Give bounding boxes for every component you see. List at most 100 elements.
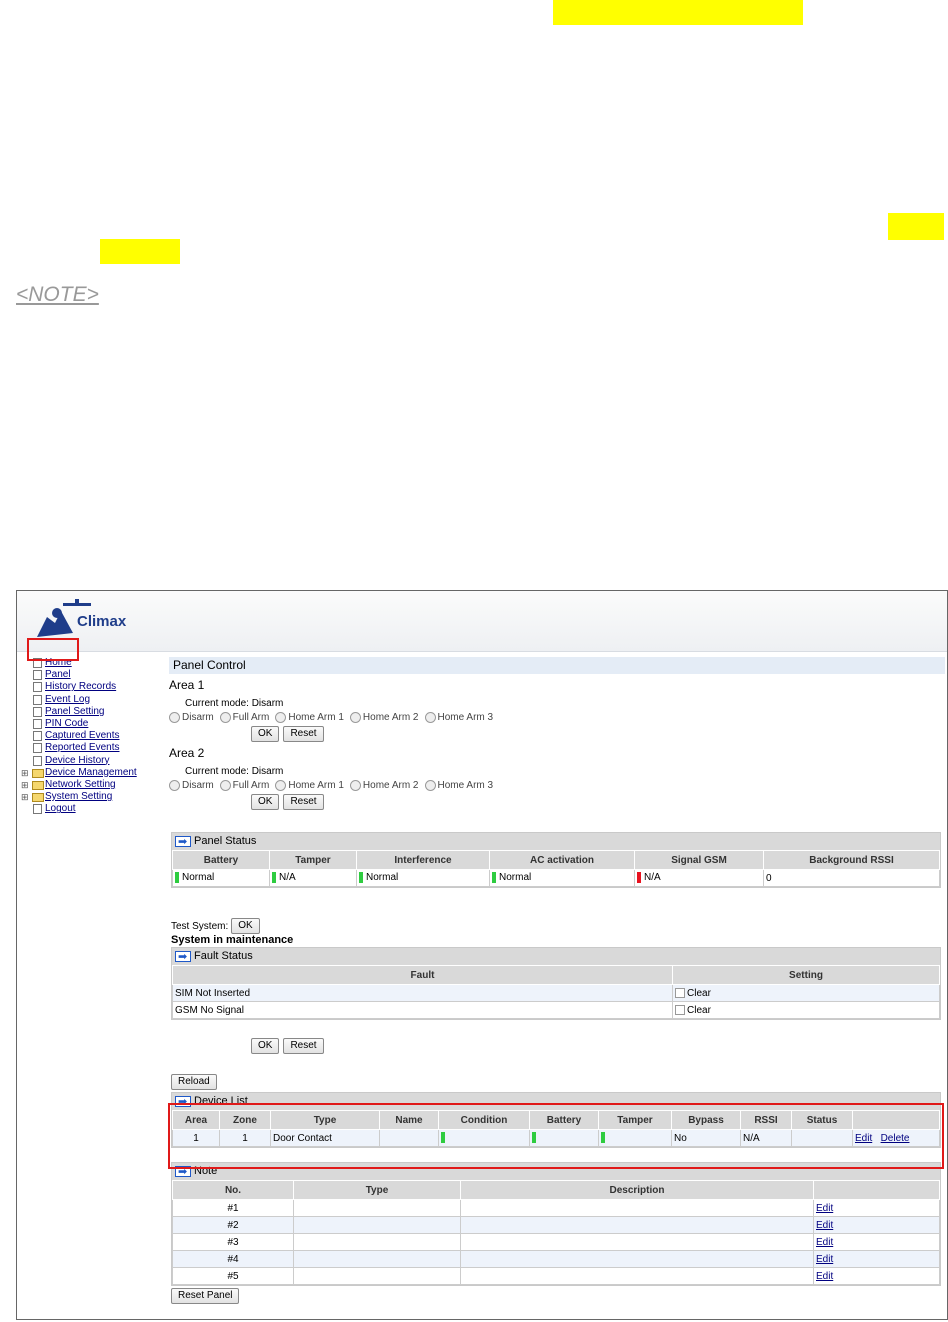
note-description-cell xyxy=(460,1216,814,1234)
mode-radio[interactable]: Home Arm 3 xyxy=(424,780,493,791)
edit-link[interactable]: Edit xyxy=(816,1203,833,1214)
test-system-ok-button[interactable]: OK xyxy=(231,918,260,934)
action-cell: Edit xyxy=(813,1199,940,1217)
clear-checkbox[interactable] xyxy=(675,987,685,998)
radio-button-icon[interactable] xyxy=(169,712,180,723)
sidebar-item-device-history[interactable]: Device History xyxy=(21,755,169,767)
arrow-right-icon xyxy=(175,834,191,851)
radio-button-icon[interactable] xyxy=(219,712,231,723)
panel-status-column-header: Battery xyxy=(172,850,270,870)
panel-status-cell: Normal xyxy=(356,869,490,887)
page-title: Panel Control xyxy=(169,657,945,674)
radio-button-icon[interactable] xyxy=(349,780,361,791)
mode-radio[interactable]: Full Arm xyxy=(219,780,269,791)
mode-radio[interactable]: Home Arm 2 xyxy=(349,780,419,791)
sidebar-item-label[interactable]: Panel xyxy=(45,669,71,680)
note-description-cell xyxy=(460,1267,814,1285)
clear-checkbox[interactable] xyxy=(675,1004,685,1015)
note-label: <NOTE> xyxy=(16,283,99,306)
fault-reset-button[interactable]: Reset xyxy=(283,1038,324,1054)
sidebar-item-logout[interactable]: Logout xyxy=(21,803,169,815)
sidebar-item-label[interactable]: Device History xyxy=(45,755,109,766)
table-row: GSM No Signal Clear xyxy=(172,1001,940,1019)
mode-radio[interactable]: Disarm xyxy=(169,712,214,723)
sidebar-item-panel-setting[interactable]: Panel Setting xyxy=(21,706,169,718)
sidebar-item-network-setting[interactable]: ⊞ Network Setting xyxy=(21,779,169,791)
current-mode: Current mode: Disarm xyxy=(185,698,284,709)
sidebar-item-label[interactable]: Event Log xyxy=(45,694,90,705)
highlight-right xyxy=(888,213,944,240)
sidebar-item-label[interactable]: History Records xyxy=(45,681,116,692)
radio-button-icon[interactable] xyxy=(349,712,361,723)
page-icon xyxy=(33,694,42,705)
radio-button-icon[interactable] xyxy=(424,780,436,791)
radio-button-icon[interactable] xyxy=(169,780,180,791)
radio-button-icon[interactable] xyxy=(275,712,287,723)
sidebar-item-label[interactable]: Reported Events xyxy=(45,742,120,753)
fault-ok-button[interactable]: OK xyxy=(251,1038,280,1054)
fault-cell: SIM Not Inserted xyxy=(172,984,673,1002)
status-indicator xyxy=(359,872,363,884)
note-description-cell xyxy=(460,1199,814,1217)
edit-link[interactable]: Edit xyxy=(816,1220,833,1231)
fault-status-header: Fault Status xyxy=(172,948,940,966)
note-description-cell xyxy=(460,1250,814,1268)
mode-radio[interactable]: Home Arm 3 xyxy=(424,712,493,723)
panel-status-cell: N/A xyxy=(634,869,764,887)
sidebar-item-reported-events[interactable]: Reported Events xyxy=(21,742,169,754)
mode-radio[interactable]: Home Arm 1 xyxy=(275,712,344,723)
sidebar-item-label[interactable]: Panel Setting xyxy=(45,706,105,717)
sidebar-item-label[interactable]: Device Management xyxy=(45,767,137,778)
panel-status-title: Panel Status xyxy=(194,835,257,847)
reload-button[interactable]: Reload xyxy=(171,1074,217,1090)
sidebar-item-system-setting[interactable]: ⊞ System Setting xyxy=(21,791,169,803)
area-reset-button[interactable]: Reset xyxy=(283,726,324,742)
expand-icon[interactable]: ⊞ xyxy=(21,767,29,779)
edit-link[interactable]: Edit xyxy=(816,1271,833,1282)
edit-link[interactable]: Edit xyxy=(816,1254,833,1265)
sidebar-item-label[interactable]: System Setting xyxy=(45,791,112,802)
mode-radio[interactable]: Home Arm 1 xyxy=(275,780,344,791)
action-cell: Edit xyxy=(813,1216,940,1234)
mode-radio[interactable]: Home Arm 2 xyxy=(349,712,419,723)
sidebar-item-device-management[interactable]: ⊞ Device Management xyxy=(21,767,169,779)
sidebar-item-event-log[interactable]: Event Log xyxy=(21,694,169,706)
current-mode: Current mode: Disarm xyxy=(185,766,284,777)
page-icon xyxy=(33,731,42,742)
highlight-left xyxy=(100,239,180,264)
mode-radio-group: Disarm Full Arm Home Arm 1 Home Arm 2 Home A… xyxy=(169,780,945,791)
sidebar-item-label[interactable]: PIN Code xyxy=(45,718,88,729)
radio-button-icon[interactable] xyxy=(219,780,231,791)
folder-icon xyxy=(32,780,44,790)
sidebar-item-label[interactable]: Logout xyxy=(45,803,76,814)
mode-radio[interactable]: Full Arm xyxy=(219,712,269,723)
type-column-header: Type xyxy=(293,1180,461,1200)
table-row: #5 Edit xyxy=(172,1267,940,1285)
note-description-cell xyxy=(460,1233,814,1251)
expand-icon[interactable]: ⊞ xyxy=(21,791,29,803)
mode-radio[interactable]: Disarm xyxy=(169,780,214,791)
action-cell: Edit xyxy=(813,1267,940,1285)
sidebar-item-captured-events[interactable]: Captured Events xyxy=(21,730,169,742)
area-title: Area 1 xyxy=(169,678,205,692)
area-block: Area 1 Current mode: Disarm Disarm Full Arm… xyxy=(169,678,945,742)
page-icon xyxy=(33,755,42,766)
sidebar-item-pin-code[interactable]: PIN Code xyxy=(21,718,169,730)
sidebar-item-panel[interactable]: Panel xyxy=(21,669,169,681)
radio-button-icon[interactable] xyxy=(424,712,436,723)
table-row: #2 Edit xyxy=(172,1216,940,1234)
area-reset-button[interactable]: Reset xyxy=(283,794,324,810)
radio-button-icon[interactable] xyxy=(275,780,287,791)
area-ok-button[interactable]: OK xyxy=(251,726,280,742)
note-panel: Note No. Type Description #1Edit#2Edit#3… xyxy=(171,1162,941,1286)
reset-panel-button[interactable]: Reset Panel xyxy=(171,1288,240,1304)
sidebar-item-label[interactable]: Captured Events xyxy=(45,730,120,741)
area-list: Area 1 Current mode: Disarm Disarm Full Arm… xyxy=(169,678,945,810)
page-icon xyxy=(33,706,42,717)
edit-link[interactable]: Edit xyxy=(816,1237,833,1248)
test-system-label: Test System: xyxy=(171,920,229,932)
area-ok-button[interactable]: OK xyxy=(251,794,280,810)
sidebar-item-label[interactable]: Network Setting xyxy=(45,779,116,790)
sidebar-item-history-records[interactable]: History Records xyxy=(21,681,169,693)
expand-icon[interactable]: ⊞ xyxy=(21,779,29,791)
